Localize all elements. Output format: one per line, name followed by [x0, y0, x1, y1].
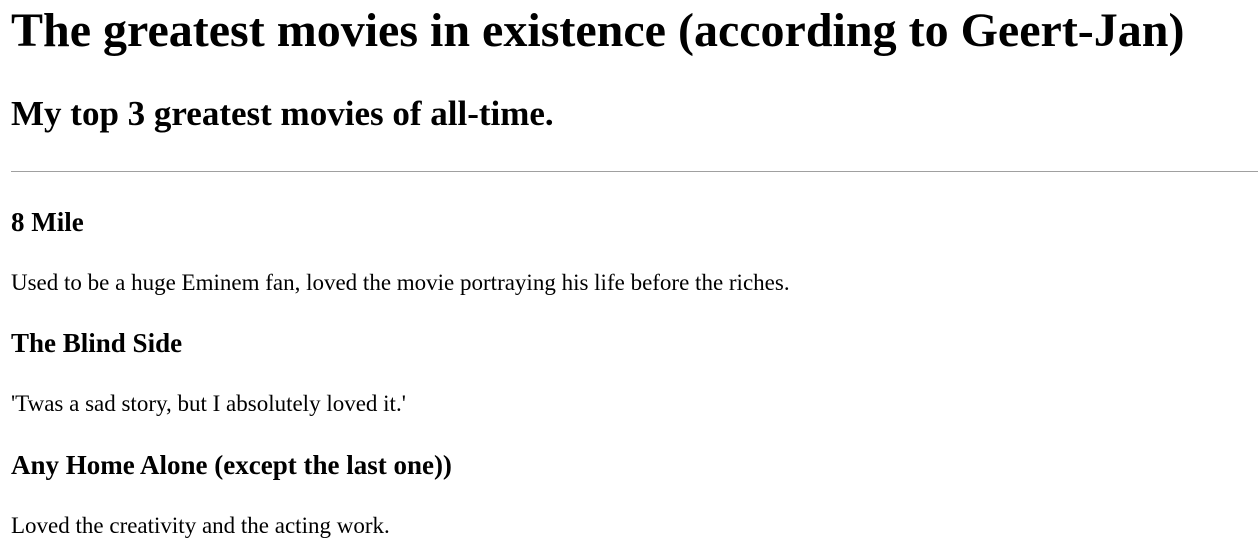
movie-title: Any Home Alone (except the last one)): [11, 450, 452, 480]
movie-list: 8 Mile Used to be a huge Eminem fan, lov…: [11, 172, 1258, 540]
movie-item-8-mile: 8 Mile Used to be a huge Eminem fan, lov…: [11, 172, 1258, 297]
movie-title: 8 Mile: [11, 207, 84, 237]
movie-description: Loved the creativity and the acting work…: [11, 513, 390, 538]
movie-item-the-blind-side: The Blind Side 'Twas a sad story, but I …: [11, 297, 1258, 418]
movie-item-home-alone: Any Home Alone (except the last one)) Lo…: [11, 418, 1258, 540]
page-subtitle: My top 3 greatest movies of all-time.: [11, 94, 554, 133]
movie-description: 'Twas a sad story, but I absolutely love…: [11, 391, 406, 416]
movie-description: Used to be a huge Eminem fan, loved the …: [11, 270, 790, 295]
page-title: The greatest movies in existence (accord…: [11, 4, 1185, 57]
movie-title: The Blind Side: [11, 328, 183, 358]
page: The greatest movies in existence (accord…: [0, 0, 1258, 540]
